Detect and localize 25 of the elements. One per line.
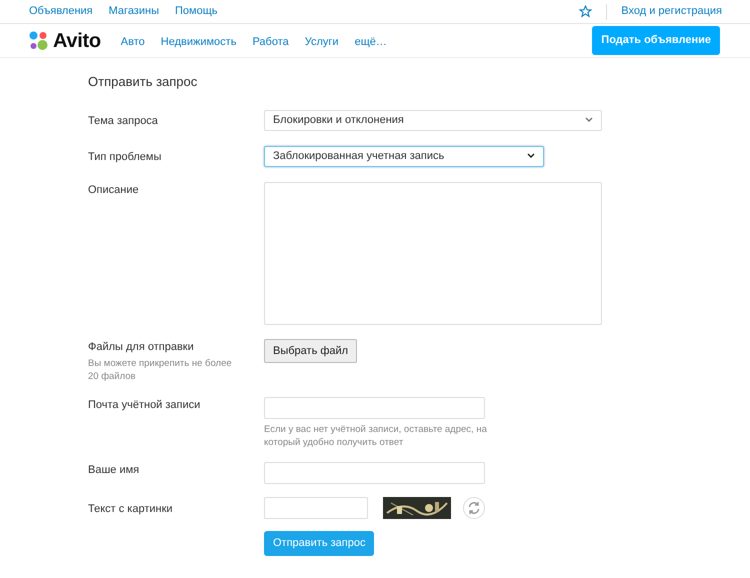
category-link[interactable]: Услуги: [304, 34, 339, 51]
field-label: Текст с картинки: [88, 502, 174, 517]
choose-file-button[interactable]: Выбрать файл: [264, 338, 358, 363]
category-link[interactable]: ещё…: [354, 34, 387, 51]
field-note: Вы можете прикрепить не более 20 файлов: [88, 357, 233, 383]
dropdown[interactable]: Блокировки и отклонения: [264, 110, 602, 130]
dropdown[interactable]: Заблокированная учетная запись: [264, 146, 544, 166]
category-link[interactable]: Недвижимость: [160, 34, 236, 51]
field-label: Ваше имя: [88, 463, 140, 478]
top-nav-link[interactable]: Помощь: [174, 3, 218, 20]
submit-button[interactable]: Отправить запрос: [264, 531, 374, 556]
field-label: Файлы для отправки: [88, 340, 195, 354]
field-label: Почта учётной записи: [88, 398, 202, 413]
form-title: Отправить запрос: [88, 73, 198, 91]
login-link[interactable]: Вход и регистрация: [621, 3, 722, 20]
top-nav-link[interactable]: Магазины: [108, 3, 159, 20]
top-nav-link[interactable]: Объявления: [29, 3, 93, 20]
category-link[interactable]: Работа: [252, 34, 289, 51]
field-hint: Если у вас нет учётной записи, оставьте адрес, на который удобно получить ответ: [264, 423, 488, 449]
logo-text[interactable]: Avito: [53, 26, 101, 56]
post-ad-button[interactable]: Подать объявление: [592, 26, 720, 55]
field-label: Описание: [88, 182, 140, 198]
field-label: Тема запроса: [88, 114, 159, 128]
category-link[interactable]: Авто: [120, 34, 145, 51]
field-label: Тип проблемы: [88, 150, 162, 164]
